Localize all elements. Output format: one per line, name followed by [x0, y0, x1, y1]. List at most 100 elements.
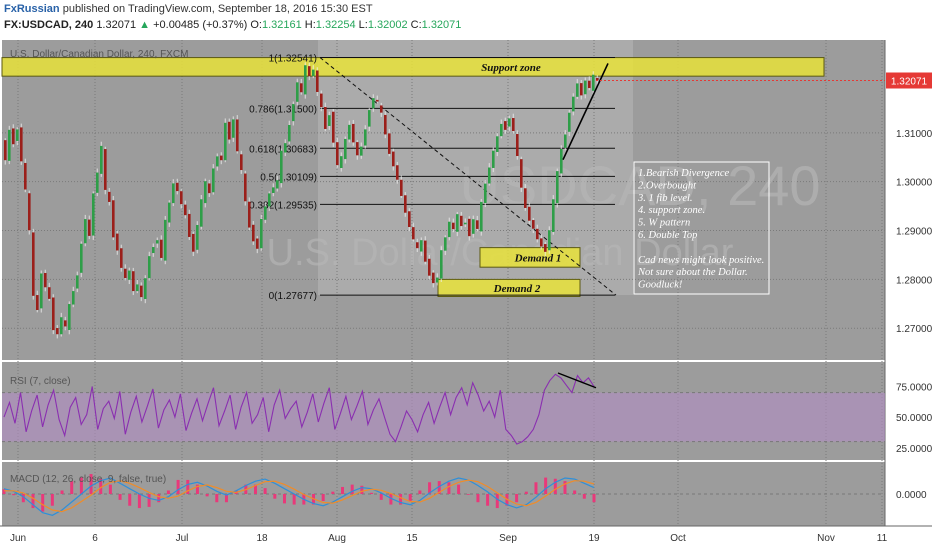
candle-body [312, 69, 315, 77]
candle-body [492, 150, 495, 168]
candle-body [536, 228, 539, 240]
candle-body [324, 106, 327, 129]
candle-body [376, 99, 379, 102]
candle-body [532, 220, 535, 229]
candle-body [240, 154, 243, 171]
time-tick-label: 11 [877, 533, 888, 544]
candle-body [60, 317, 63, 335]
macd-hist-bar [476, 494, 480, 503]
candle-body [468, 218, 471, 237]
current-price-label: 1.32071 [891, 77, 928, 88]
candle-body [432, 272, 435, 284]
macd-hist-bar [2, 489, 6, 494]
candle-body [252, 224, 255, 242]
candle-body [44, 272, 47, 288]
zone-label: Demand 1 [514, 252, 562, 264]
macd-hist-bar [341, 486, 345, 494]
macd-hist-bar [263, 488, 267, 494]
macd-hist-bar [205, 494, 209, 497]
price-change: +0.00485 (+0.37%) [153, 19, 248, 31]
candle-body [236, 119, 239, 152]
candle-body [244, 173, 247, 202]
note-line: 5. W pattern [638, 218, 690, 229]
candle-body [332, 111, 335, 143]
macd-hist-bar [128, 494, 132, 506]
author-link[interactable]: FxRussian [4, 3, 60, 15]
chart-canvas[interactable]: USDCAD, 240U.S. Dollar/Canadian Dollar S… [0, 36, 932, 550]
candle-body [284, 143, 287, 153]
candle-body [372, 98, 375, 109]
candle-body [12, 128, 15, 145]
candle-body [168, 202, 171, 223]
fib-label: 0.382(1.29535) [249, 200, 317, 211]
time-tick-label: 19 [588, 533, 600, 544]
candle-body [404, 195, 407, 213]
candle-body [568, 112, 571, 132]
candle-body [304, 65, 307, 95]
candle-body [352, 123, 355, 143]
candle-body [256, 238, 259, 249]
macd-hist-bar [176, 479, 180, 494]
candle-body [56, 328, 59, 335]
ohlc-low-label: L: [358, 19, 368, 31]
candle-body [400, 179, 403, 196]
candle-body [196, 225, 199, 250]
fib-label: 0.5(1.30109) [260, 172, 317, 183]
candle-body [224, 122, 227, 161]
candle-body [388, 133, 391, 154]
candle-body [424, 240, 427, 262]
candle-body [68, 304, 71, 330]
candle-body [272, 187, 275, 193]
price-tick-label: 1.27000 [896, 324, 932, 335]
macd-hist-bar [466, 494, 470, 495]
candle-body [344, 138, 347, 160]
candle-body [572, 96, 575, 112]
candle-body [356, 142, 359, 156]
ohlc-close-value: 1.32071 [421, 19, 462, 31]
macd-hist-bar [447, 482, 451, 494]
candle-body [176, 182, 179, 192]
note-line: 1.Bearish Divergence [638, 168, 730, 179]
note-line: 6. Double Top [638, 230, 697, 241]
time-tick-label: Jun [10, 533, 26, 544]
candle-body [420, 240, 423, 252]
macd-hist-bar [282, 494, 286, 504]
candle-body [488, 167, 491, 184]
time-tick-label: 15 [406, 533, 418, 544]
candle-body [32, 232, 35, 296]
symbol-label[interactable]: FX:USDCAD, 240 [4, 19, 93, 31]
candle-body [380, 105, 383, 113]
candle-body [592, 74, 595, 91]
candle-body [436, 277, 439, 283]
candle-body [80, 243, 83, 273]
fib-label: 0.786(1.31500) [249, 104, 317, 115]
candle-body [384, 114, 387, 135]
candle-body [216, 156, 219, 167]
candle-body [156, 240, 159, 244]
candle-body [232, 119, 235, 138]
macd-pane-title: MACD (12, 26, close, 9, false, true) [10, 474, 166, 485]
candle-body [560, 148, 563, 174]
price-tick-label: 1.29000 [896, 227, 932, 238]
candle-body [112, 200, 115, 238]
candle-body [584, 80, 587, 95]
candle-body [288, 125, 291, 142]
candle-body [308, 66, 311, 77]
macd-hist-bar [273, 494, 277, 499]
macd-hist-bar [524, 491, 528, 494]
macd-hist-bar [582, 494, 586, 499]
candle-body [204, 181, 207, 204]
candle-body [452, 222, 455, 230]
candle-body [76, 275, 79, 289]
note-line: Goodluck! [638, 280, 683, 291]
time-tick-label: Nov [817, 533, 835, 544]
last-price: 1.32071 [96, 19, 137, 31]
time-tick-label: 18 [256, 533, 268, 544]
candle-body [360, 146, 363, 156]
candle-body [528, 206, 531, 221]
rsi-pane-title: RSI (7, close) [10, 376, 71, 387]
candle-body [544, 244, 547, 252]
macd-hist-bar [418, 490, 422, 494]
candle-body [520, 159, 523, 188]
candle-body [116, 233, 119, 251]
